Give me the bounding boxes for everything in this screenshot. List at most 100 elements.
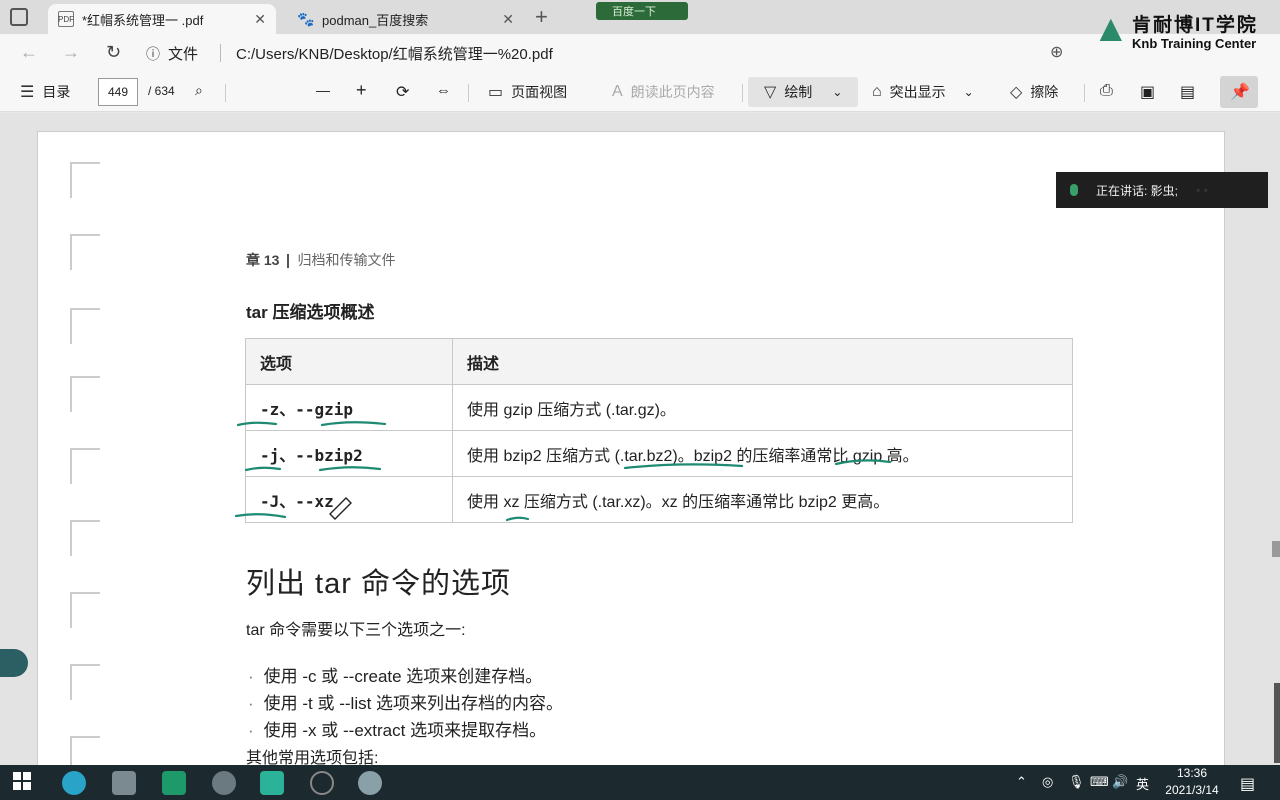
scrollbar-track[interactable] bbox=[1274, 683, 1280, 763]
highlighter-icon: ⌂ bbox=[872, 83, 882, 100]
highlight-button[interactable]: ⌂ 突出显示 ⌄ bbox=[872, 82, 974, 102]
toc-label: 目录 bbox=[42, 84, 71, 100]
app-icon[interactable] bbox=[112, 771, 136, 795]
clock-date: 2021/3/14 bbox=[1165, 783, 1219, 797]
page-view-icon: ▭ bbox=[488, 84, 504, 101]
zoom-out-icon[interactable]: — bbox=[316, 82, 330, 98]
clock-time: 13:36 bbox=[1176, 766, 1208, 780]
list-item: · 使用 -c 或 --create 选项来创建存档。 bbox=[248, 662, 563, 689]
option-cell: -j、--bzip2 bbox=[245, 430, 453, 477]
tab-baidu[interactable]: 🐾 podman_百度搜索 ✕ bbox=[288, 4, 524, 34]
window-menu-icon[interactable] bbox=[10, 8, 28, 26]
chapter-number: 章 13 bbox=[246, 252, 280, 268]
close-icon[interactable]: ✕ bbox=[254, 11, 266, 28]
app-icon[interactable] bbox=[358, 771, 382, 795]
print-icon[interactable]: ⎙ bbox=[1100, 82, 1113, 100]
pdf-viewer[interactable]: 章 13 归档和传输文件 tar 压缩选项概述 选项 描述 -z、--gzip 使… bbox=[0, 113, 1280, 765]
read-aloud-button[interactable]: A 朗读此页内容 bbox=[612, 82, 715, 102]
forward-icon[interactable]: → bbox=[62, 42, 80, 63]
pen-icon: ▽ bbox=[764, 84, 777, 101]
page-corner-mark bbox=[70, 308, 100, 344]
toolbar-divider bbox=[1084, 84, 1085, 102]
tab-label: podman_百度搜索 bbox=[322, 12, 429, 28]
tray-app-icon[interactable]: ◎ bbox=[1042, 774, 1053, 790]
column-header: 描述 bbox=[452, 338, 1073, 385]
tab-label: *红帽系统管理一 .pdf bbox=[82, 12, 204, 28]
bullet-dot: · bbox=[248, 667, 254, 686]
options-table: 选项 描述 -z、--gzip 使用 gzip 压缩方式 (.tar.gz)。 … bbox=[245, 338, 1073, 523]
new-tab-button[interactable]: + bbox=[535, 4, 548, 30]
page-corner-mark bbox=[70, 448, 100, 484]
table-header-row: 选项 描述 bbox=[245, 338, 1073, 385]
page-corner-mark bbox=[70, 736, 100, 765]
taskbar: ⌃ ◎ 🎙 ⌨ 🔊 英 13:36 2021/3/14 ▤ bbox=[0, 765, 1280, 800]
back-icon[interactable]: ← bbox=[20, 42, 38, 63]
app-icon[interactable] bbox=[260, 771, 284, 795]
tab-pdf[interactable]: PDF *红帽系统管理一 .pdf ✕ bbox=[48, 4, 276, 34]
save-icon[interactable]: ▣ bbox=[1140, 82, 1155, 102]
draw-label: 绘制 bbox=[784, 84, 813, 100]
save-as-icon[interactable]: ▤ bbox=[1180, 82, 1195, 102]
draw-button[interactable]: ▽ 绘制 ⌄ bbox=[764, 82, 842, 102]
toolbar-divider bbox=[742, 84, 743, 102]
system-clock[interactable]: 13:36 2021/3/14 bbox=[1160, 765, 1224, 800]
notification-text: 正在讲话: 影虫; bbox=[1096, 183, 1179, 198]
list-item: · 使用 -t 或 --list 选项来列出存档的内容。 bbox=[248, 689, 563, 716]
volume-icon[interactable]: 🔊 bbox=[1112, 774, 1128, 790]
speaking-notification: 正在讲话: 影虫; ◦ ◦ bbox=[1056, 172, 1268, 208]
table-row: -J、--xz 使用 xz 压缩方式 (.tar.xz)。xz 的压缩率通常比 … bbox=[245, 476, 1073, 523]
rotate-icon[interactable]: ⟳ bbox=[396, 82, 409, 102]
pdf-toolbar: ☰ 目录 449 / 634 ⌕ — + ⟳ ⇔ ▭ 页面视图 A 朗读此页内容… bbox=[0, 72, 1280, 112]
list-item-text: 使用 -t 或 --list 选项来列出存档的内容。 bbox=[263, 694, 564, 713]
training-logo: ▲ 肯耐博IT学院 Knb Training Center bbox=[1090, 4, 1275, 62]
page-view-button[interactable]: ▭ 页面视图 bbox=[488, 82, 567, 102]
read-aloud-icon: A bbox=[612, 83, 623, 100]
logo-name-en: Knb Training Center bbox=[1132, 36, 1257, 51]
pdf-icon: PDF bbox=[58, 11, 74, 27]
chevron-down-icon[interactable]: ⌄ bbox=[964, 85, 974, 99]
app-icon[interactable] bbox=[162, 771, 186, 795]
chapter-divider bbox=[287, 254, 290, 269]
read-aloud-label: 朗读此页内容 bbox=[630, 84, 715, 100]
ime-indicator[interactable]: 英 bbox=[1136, 774, 1149, 793]
zoom-in-icon[interactable]: + bbox=[356, 80, 367, 101]
close-icon[interactable]: ✕ bbox=[502, 11, 514, 28]
toolbar-divider bbox=[468, 84, 469, 102]
description-cell: 使用 gzip 压缩方式 (.tar.gz)。 bbox=[452, 384, 1073, 431]
chevron-up-icon[interactable]: ⌃ bbox=[1016, 774, 1027, 790]
url-field[interactable]: C:/Users/KNB/Desktop/红帽系统管理一%20.pdf bbox=[236, 43, 553, 64]
app-icon[interactable] bbox=[310, 771, 334, 795]
section-title: tar 压缩选项概述 bbox=[246, 303, 375, 322]
zoom-icon[interactable]: ⊕ bbox=[1050, 42, 1063, 62]
pdf-page: 章 13 归档和传输文件 tar 压缩选项概述 选项 描述 -z、--gzip 使… bbox=[37, 131, 1225, 765]
info-icon[interactable]: ⓘ bbox=[146, 44, 160, 64]
table-row: -j、--bzip2 使用 bzip2 压缩方式 (.tar.bz2)。bzip… bbox=[245, 430, 1073, 477]
page-corner-mark bbox=[70, 592, 100, 628]
microphone-icon[interactable]: 🎙 bbox=[1068, 774, 1085, 790]
windows-start-icon[interactable] bbox=[12, 771, 36, 795]
description-cell: 使用 xz 压缩方式 (.tar.xz)。xz 的压缩率通常比 bzip2 更高… bbox=[452, 476, 1073, 523]
side-panel-toggle[interactable] bbox=[0, 649, 28, 677]
chevron-down-icon[interactable]: ⌄ bbox=[832, 85, 842, 99]
logo-mark-icon: ▲ bbox=[1092, 8, 1130, 50]
scrollbar-thumb[interactable] bbox=[1272, 541, 1280, 557]
page-corner-mark bbox=[70, 520, 100, 556]
search-icon[interactable]: ⌕ bbox=[195, 82, 203, 99]
bullet-dot: · bbox=[248, 721, 254, 740]
edge-browser-icon[interactable] bbox=[62, 771, 86, 795]
intro-paragraph: tar 命令需要以下三个选项之一: bbox=[246, 622, 466, 639]
recording-badge: 百度一下 bbox=[596, 2, 688, 20]
page-corner-mark bbox=[70, 234, 100, 270]
pin-icon[interactable]: 📌 bbox=[1230, 82, 1250, 102]
refresh-icon[interactable]: ↻ bbox=[106, 42, 121, 63]
fit-width-icon[interactable]: ⇔ bbox=[436, 82, 451, 99]
list-item-text: 使用 -c 或 --create 选项来创建存档。 bbox=[263, 667, 543, 686]
page-number-input[interactable]: 449 bbox=[98, 78, 138, 106]
erase-button[interactable]: ◇ 擦除 bbox=[1010, 82, 1058, 102]
notification-center-icon[interactable]: ▤ bbox=[1240, 774, 1255, 794]
toc-button[interactable]: ☰ 目录 bbox=[20, 82, 70, 102]
page-total: / 634 bbox=[148, 84, 175, 98]
notification-faded-icon: ◦ ◦ bbox=[1196, 183, 1208, 197]
network-icon[interactable]: ⌨ bbox=[1090, 774, 1109, 790]
app-icon[interactable] bbox=[212, 771, 236, 795]
